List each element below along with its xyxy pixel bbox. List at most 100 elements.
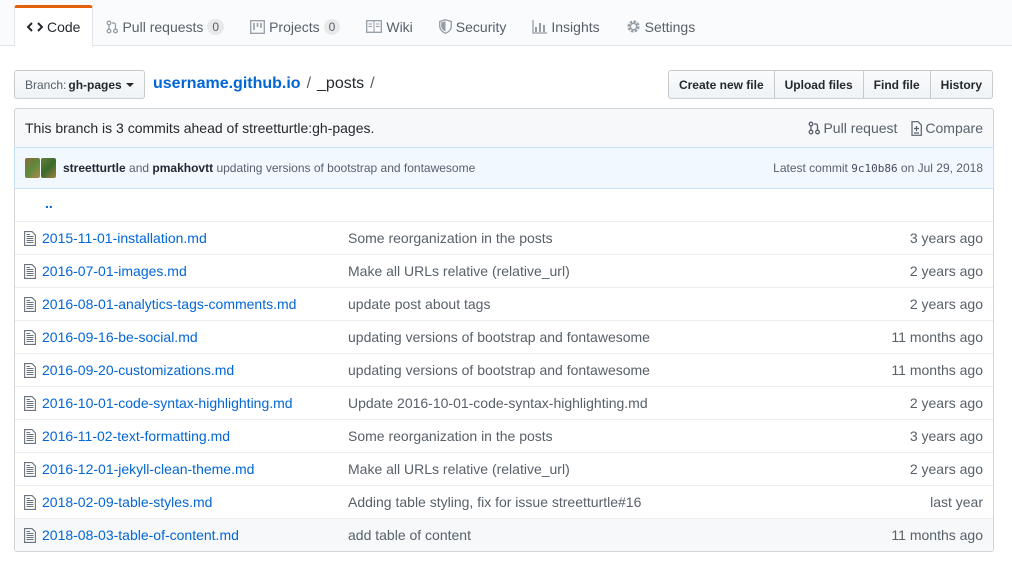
tab-label: Settings [644,18,696,35]
book-icon [366,20,383,33]
file-icon [24,528,36,543]
tab-label: Pull requests [122,18,204,35]
branch-name: gh-pages [68,77,122,92]
history-button[interactable]: History [929,70,993,99]
branch-prefix: Branch: [25,77,67,92]
branch-infobar: This branch is 3 commits ahead of street… [14,108,994,148]
file-icon [24,462,36,477]
file-list: .. 2015-11-01-installation.md Some reorga… [14,188,994,552]
file-name-link[interactable]: 2016-09-20-customizations.md [42,362,234,378]
repo-nav: Code Pull requests 0 Projects 0 Wiki Sec… [0,0,1012,47]
table-row: 2016-10-01-code-syntax-highlighting.md Up… [15,386,993,419]
file-age: 2 years ago [909,296,983,312]
table-row: 2016-08-01-analytics-tags-comments.md upd… [15,287,993,320]
file-icon [24,231,36,246]
tab-wiki[interactable]: Wiki [353,5,425,46]
file-age: 2 years ago [909,461,983,477]
table-row: 2018-02-09-table-styles.md Adding table s… [15,485,993,518]
table-row: 2015-11-01-installation.md Some reorganiz… [15,221,993,254]
commit-sha[interactable]: 9c10b86 [851,162,897,175]
file-commit-message[interactable]: Update 2016-10-01-code-syntax-highlighti… [348,395,648,411]
breadcrumb-repo-link[interactable]: username.github.io [153,75,301,93]
file-age: 11 months ago [891,527,983,543]
tab-label: Code [47,19,81,35]
commit-on: on [900,161,915,175]
tab-label: Insights [551,18,600,35]
compare-label: Compare [925,120,983,136]
pull-requests-counter: 0 [207,18,225,35]
file-name-link[interactable]: 2016-08-01-analytics-tags-comments.md [42,296,296,312]
tab-label: Projects [269,18,320,35]
table-row: 2016-09-20-customizations.md updating ver… [15,353,993,386]
chevron-down-icon [125,82,134,87]
avatar[interactable] [25,158,40,178]
commit-author[interactable]: streetturtle [63,161,126,175]
tab-code[interactable]: Code [14,5,94,47]
file-name-link[interactable]: 2018-02-09-table-styles.md [42,494,212,510]
file-commit-message[interactable]: updating versions of bootstrap and fonta… [348,329,650,345]
tab-label: Wiki [386,18,413,35]
file-age: 11 months ago [891,329,983,345]
file-name-link[interactable]: 2016-09-16-be-social.md [42,329,198,345]
gear-icon [627,20,640,33]
file-name-link[interactable]: 2015-11-01-installation.md [42,230,207,246]
file-icon [24,297,36,312]
graph-icon [532,19,548,34]
tab-label: Security [455,18,507,35]
breadcrumb-trailing-separator: / [370,75,375,92]
file-name-link[interactable]: 2016-11-02-text-formatting.md [42,428,230,444]
commit-coauthor[interactable]: pmakhovtt [152,161,213,175]
file-age: 3 years ago [909,428,983,444]
commit-message[interactable]: updating versions of bootstrap and fonta… [216,161,475,175]
project-icon [250,19,266,34]
create-new-file-button[interactable]: Create new file [667,70,775,99]
up-tree-link[interactable]: .. [45,195,53,211]
tab-insights[interactable]: Insights [519,5,612,46]
projects-counter: 0 [323,18,341,35]
tab-pull-requests[interactable]: Pull requests 0 [93,5,237,46]
file-commit-message[interactable]: update post about tags [348,296,490,312]
file-age: 11 months ago [891,362,983,378]
tab-settings[interactable]: Settings [613,5,709,46]
diff-icon [911,120,923,136]
file-name-link[interactable]: 2018-08-03-table-of-content.md [42,527,239,543]
pull-request-icon [809,121,821,135]
branch-status-text: This branch is 3 commits ahead of street… [25,120,375,136]
latest-commit-info: Latest commit 9c10b86 on Jul 29, 2018 [773,161,983,175]
file-icon [24,330,36,345]
file-age: last year [930,494,983,510]
file-age: 2 years ago [909,395,983,411]
avatar[interactable] [41,158,56,178]
commit-summary: streetturtle and pmakhovtt updating vers… [25,158,475,178]
file-commit-message[interactable]: Adding table styling, fix for issue stre… [348,494,641,510]
file-actions: Create new file Upload files Find file H… [667,70,993,99]
file-age: 2 years ago [909,263,983,279]
commit-and: and [129,161,150,175]
file-commit-message[interactable]: Some reorganization in the posts [348,230,553,246]
branch-select-button[interactable]: Branch: gh-pages [14,70,145,99]
latest-commit-label: Latest commit [773,161,848,175]
file-age: 3 years ago [909,230,983,246]
shield-icon [438,19,452,34]
file-name-link[interactable]: 2016-10-01-code-syntax-highlighting.md [42,395,293,411]
file-icon [24,396,36,411]
tab-projects[interactable]: Projects 0 [237,5,353,46]
find-file-button[interactable]: Find file [862,70,931,99]
pull-request-link[interactable]: Pull request [808,120,897,136]
file-commit-message[interactable]: Make all URLs relative (relative_url) [348,461,570,477]
file-commit-message[interactable]: Some reorganization in the posts [348,428,553,444]
commit-date: Jul 29, 2018 [917,161,983,175]
file-name-link[interactable]: 2016-07-01-images.md [42,263,187,279]
upload-files-button[interactable]: Upload files [773,70,864,99]
file-name-link[interactable]: 2016-12-01-jekyll-clean-theme.md [42,461,254,477]
file-commit-message[interactable]: add table of content [348,527,471,543]
tab-security[interactable]: Security [426,5,520,46]
table-row: 2018-08-03-table-of-content.md add table … [15,518,993,551]
file-icon [24,429,36,444]
code-icon [27,22,43,32]
file-commit-message[interactable]: updating versions of bootstrap and fonta… [348,362,650,378]
file-icon [24,363,36,378]
compare-link[interactable]: Compare [909,120,983,136]
table-row: 2016-07-01-images.md Make all URLs relati… [15,254,993,287]
file-commit-message[interactable]: Make all URLs relative (relative_url) [348,263,570,279]
